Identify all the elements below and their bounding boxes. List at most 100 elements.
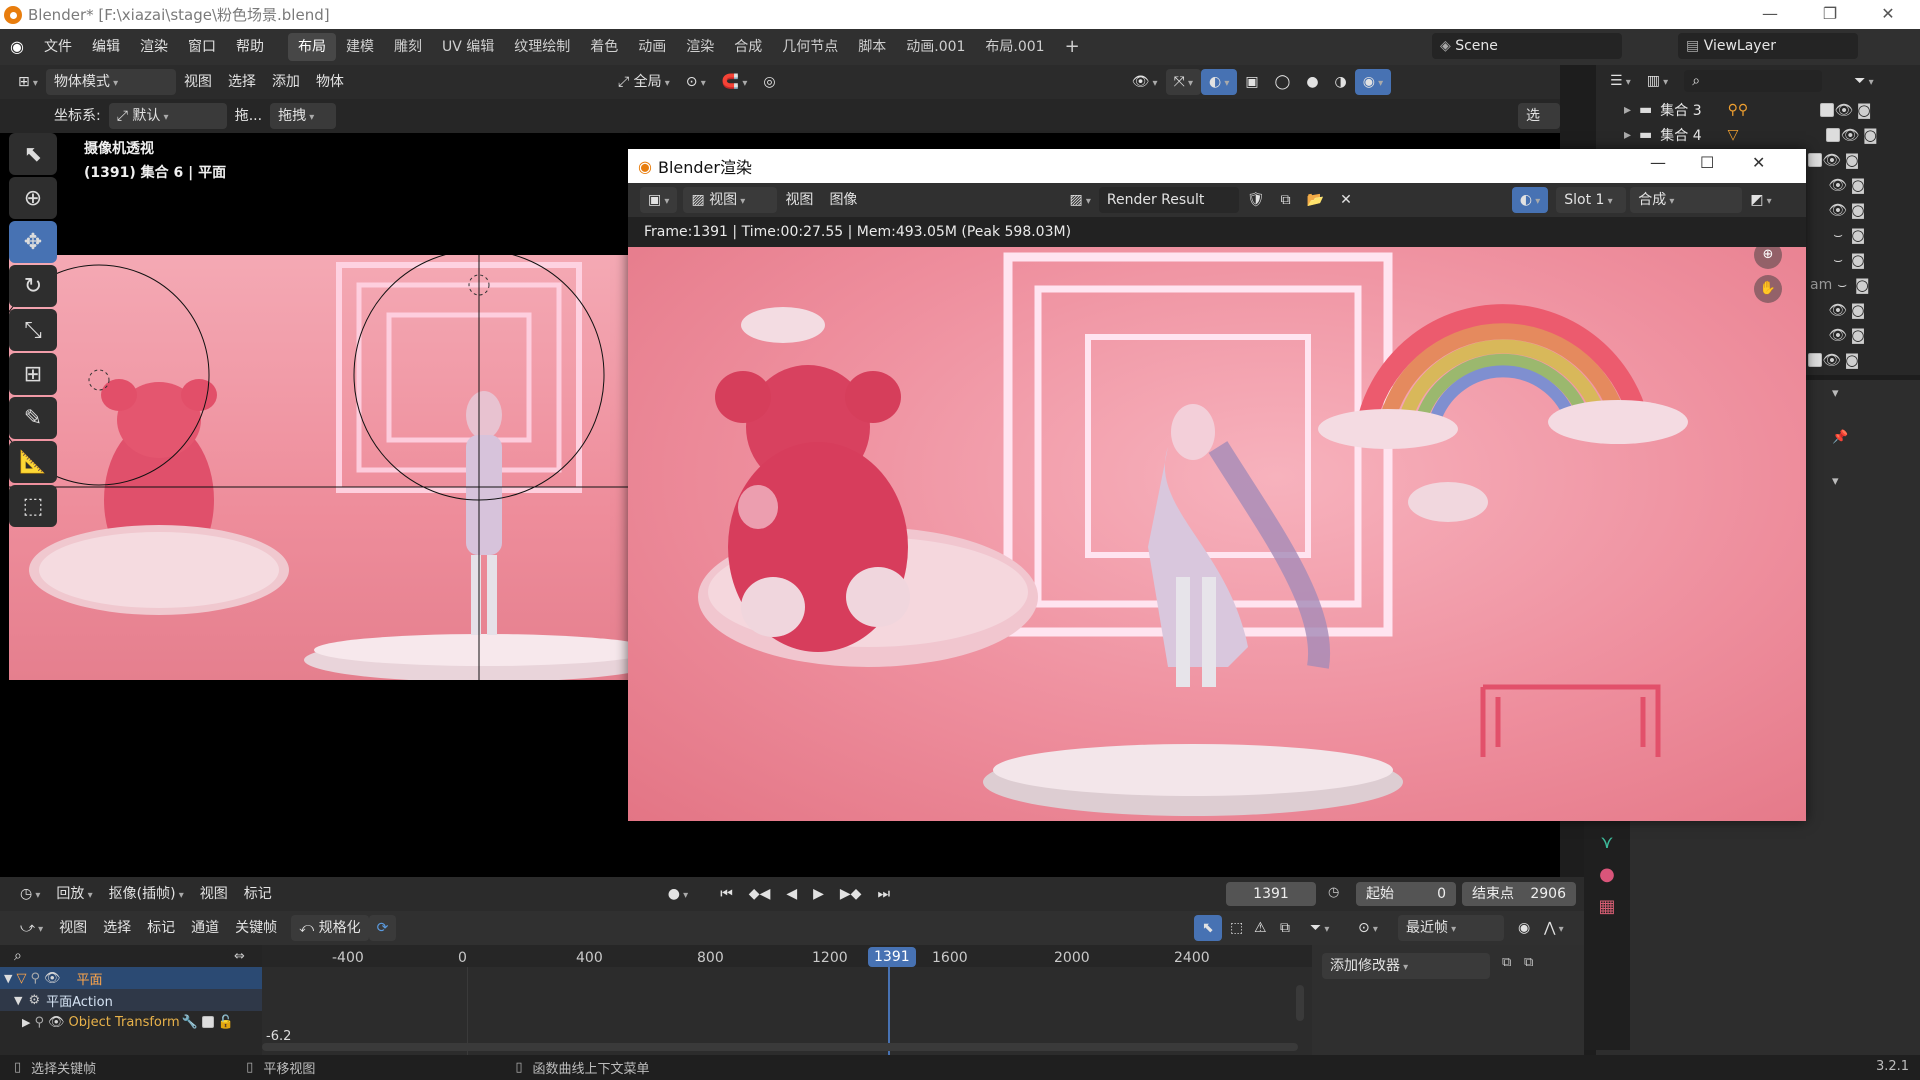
- tab-compositing[interactable]: 合成: [724, 33, 772, 61]
- eye-icon[interactable]: 👁: [1822, 151, 1842, 169]
- eye-closed-icon[interactable]: ⌣: [1828, 251, 1848, 269]
- viewport-menu-object[interactable]: 物体: [308, 69, 352, 95]
- data-tab-icon[interactable]: ⋎: [1584, 832, 1630, 864]
- swap-icon[interactable]: ⇔: [234, 949, 245, 964]
- camera-render-icon[interactable]: ◙: [1848, 226, 1868, 244]
- image-menu-view[interactable]: 视图: [777, 187, 821, 213]
- editor-type-button[interactable]: ⊞: [10, 69, 46, 95]
- horizontal-scrollbar[interactable]: [262, 1043, 1298, 1051]
- viewport-menu-view[interactable]: 视图: [176, 69, 220, 95]
- expand-arrow-icon[interactable]: ▶: [22, 1016, 30, 1029]
- slot-selector[interactable]: Slot 1: [1556, 187, 1627, 213]
- vertical-scrollbar[interactable]: [1296, 985, 1304, 1021]
- eye-icon[interactable]: 👁: [1828, 326, 1848, 344]
- scale-tool-icon[interactable]: ⤡: [9, 309, 57, 351]
- current-frame-marker[interactable]: 1391: [868, 947, 916, 967]
- image-view-mode[interactable]: ▨ 视图: [683, 187, 778, 213]
- pin-icon[interactable]: 📌: [1832, 430, 1848, 445]
- browse-image-icon[interactable]: ▨: [1061, 187, 1098, 213]
- material-tab-icon[interactable]: ●: [1584, 864, 1630, 896]
- eye-icon[interactable]: 👁: [1834, 101, 1854, 119]
- tab-rendering[interactable]: 渲染: [676, 33, 724, 61]
- rotate-tool-icon[interactable]: ↻: [9, 265, 57, 307]
- exclude-checkbox[interactable]: [1826, 127, 1841, 142]
- props-collapse-icon[interactable]: ▾: [1832, 474, 1839, 489]
- image-editor-type-icon[interactable]: ▣: [640, 187, 678, 213]
- camera-render-icon[interactable]: ◙: [1848, 301, 1868, 319]
- shading-wireframe-icon[interactable]: ◯: [1267, 69, 1299, 95]
- eye-icon[interactable]: 👁: [1840, 126, 1860, 144]
- outliner-row-collection-4[interactable]: ▸ ▬ 集合 4 ▽ 👁 ◙: [1596, 122, 1920, 147]
- exclude-checkbox[interactable]: [1808, 352, 1822, 367]
- pan-hand-icon[interactable]: ✋: [1754, 275, 1782, 303]
- proportional-icon[interactable]: ◉: [1510, 915, 1538, 941]
- only-errors-icon[interactable]: ⚠: [1246, 915, 1275, 941]
- restore-button[interactable]: ❐: [1804, 0, 1856, 29]
- menu-help[interactable]: 帮助: [226, 29, 274, 65]
- filter-icon[interactable]: ⏷: [1302, 915, 1337, 941]
- tab-layout[interactable]: 布局: [287, 33, 336, 61]
- graph-menu-marker[interactable]: 标记: [139, 915, 183, 941]
- tab-animation-001[interactable]: 动画.001: [896, 33, 975, 61]
- select-tool-icon[interactable]: ⬉: [9, 133, 57, 175]
- transform-tool-icon[interactable]: ⊞: [9, 353, 57, 395]
- camera-render-icon[interactable]: ◙: [1854, 101, 1874, 119]
- add-workspace-button[interactable]: +: [1055, 33, 1090, 61]
- texture-tab-icon[interactable]: ▦: [1584, 896, 1630, 928]
- graph-menu-view[interactable]: 视图: [51, 915, 95, 941]
- camera-render-icon[interactable]: ◙: [1848, 176, 1868, 194]
- falloff-icon[interactable]: ⋀: [1536, 915, 1572, 941]
- graph-menu-channel[interactable]: 通道: [183, 915, 227, 941]
- eye-icon[interactable]: 👁: [1828, 176, 1848, 194]
- render-result-image[interactable]: ⊕ ✋: [628, 247, 1806, 821]
- image-menu-image[interactable]: 图像: [821, 187, 865, 213]
- scene-selector[interactable]: ◈ Scene: [1432, 33, 1622, 59]
- outliner-search-input[interactable]: ⌕: [1684, 70, 1823, 92]
- jump-start-icon[interactable]: ⏮: [712, 881, 741, 907]
- pivot-icon[interactable]: ⊙: [1350, 915, 1386, 941]
- graph-area[interactable]: -400 0 400 800 1200 1600 2000 2400 1391 …: [262, 945, 1312, 1055]
- play-icon[interactable]: ▶: [805, 881, 832, 907]
- exclude-checkbox[interactable]: [1808, 152, 1822, 167]
- eye-icon[interactable]: 👁: [1828, 201, 1848, 219]
- outliner-display-mode-icon[interactable]: ☰: [1602, 68, 1639, 94]
- render-minimize-button[interactable]: —: [1650, 153, 1666, 172]
- timeline-editor-type-icon[interactable]: ◷: [12, 881, 48, 907]
- paste-modifier-icon[interactable]: ⧉: [1524, 955, 1533, 970]
- cursor-tool-icon[interactable]: ⊕: [9, 177, 57, 219]
- props-dropdown-icon[interactable]: ▾: [1832, 386, 1839, 401]
- start-frame-field[interactable]: 起始 0: [1356, 882, 1456, 906]
- mode-selector[interactable]: 物体模式: [45, 69, 176, 95]
- channel-row-action[interactable]: ▼ ⚙ 平面Action: [0, 989, 262, 1011]
- shading-material-icon[interactable]: ◑: [1327, 69, 1355, 95]
- options-dropdown[interactable]: 选项: [1518, 103, 1560, 150]
- camera-render-icon[interactable]: ◙: [1842, 151, 1862, 169]
- view-layer-selector[interactable]: ▤ ViewLayer: [1678, 33, 1858, 59]
- tab-geometry-nodes[interactable]: 几何节点: [772, 33, 848, 61]
- render-close-button[interactable]: ✕: [1752, 153, 1765, 172]
- jump-prev-key-icon[interactable]: ◆◀: [741, 881, 779, 907]
- annotate-tool-icon[interactable]: ✎: [9, 397, 57, 439]
- frame-ruler[interactable]: -400 0 400 800 1200 1600 2000 2400 1391: [262, 945, 1312, 967]
- graph-editor-type-icon[interactable]: ⤻: [12, 915, 51, 941]
- camera-render-icon[interactable]: ◙: [1848, 326, 1868, 344]
- viewport-menu-add[interactable]: 添加: [264, 69, 308, 95]
- play-reverse-icon[interactable]: ◀: [778, 881, 805, 907]
- graph-menu-key[interactable]: 关键帧: [227, 915, 285, 941]
- camera-render-icon[interactable]: ◙: [1860, 126, 1880, 144]
- menu-edit[interactable]: 编辑: [82, 29, 130, 65]
- end-frame-field[interactable]: 结束点 2906: [1462, 882, 1576, 906]
- eye-closed-icon[interactable]: ⌣: [1832, 276, 1852, 294]
- tab-texture-paint[interactable]: 纹理绘制: [504, 33, 580, 61]
- menu-window[interactable]: 窗口: [178, 29, 226, 65]
- add-modifier-dropdown[interactable]: 添加修改器: [1322, 953, 1490, 979]
- add-cube-tool-icon[interactable]: ⬚: [9, 485, 57, 527]
- channel-search-input[interactable]: ⌕: [6, 947, 228, 965]
- tab-sculpt[interactable]: 雕刻: [384, 33, 432, 61]
- auto-normalize-icon[interactable]: ⟳: [368, 915, 397, 941]
- render-layer-selector[interactable]: 合成: [1630, 187, 1743, 213]
- minimize-button[interactable]: —: [1744, 0, 1796, 29]
- transform-orientation[interactable]: ⤢ 全局: [610, 69, 678, 95]
- auto-keying-icon[interactable]: ●: [660, 881, 696, 907]
- new-image-icon[interactable]: ⧉: [1273, 187, 1299, 213]
